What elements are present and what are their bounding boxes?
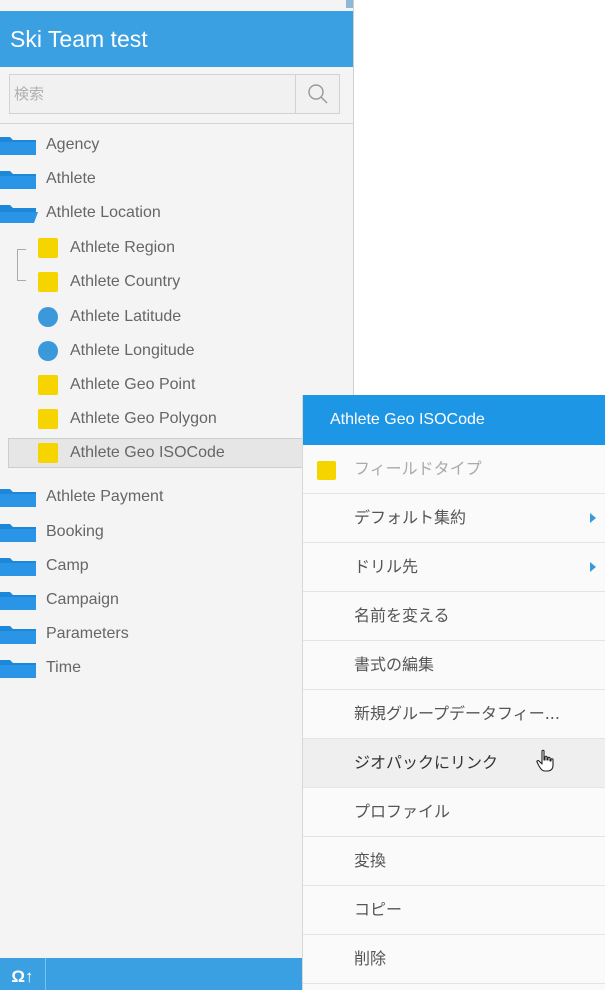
dimension-icon — [38, 409, 58, 429]
field-label: Athlete Region — [70, 239, 175, 256]
folder-icon — [0, 660, 36, 678]
dimension-icon — [38, 238, 58, 258]
scroll-thumb[interactable] — [346, 0, 353, 8]
menu-item-convert[interactable]: 変換 — [303, 837, 605, 886]
search-box — [9, 74, 340, 114]
folder-label: Camp — [46, 557, 89, 574]
folder-icon — [0, 171, 36, 189]
folder-label: Athlete Location — [46, 204, 161, 221]
menu-item-label: ドリル先 — [354, 557, 419, 576]
folder-label: Athlete — [46, 170, 96, 187]
folder-icon — [0, 137, 36, 155]
menu-item-label: デフォルト集約 — [354, 508, 467, 527]
field-label: Athlete Longitude — [70, 342, 195, 359]
folder-icon — [0, 558, 36, 576]
dimension-icon — [38, 375, 58, 395]
folder-icon — [0, 489, 36, 507]
hand-cursor-icon — [536, 749, 554, 772]
metric-icon — [38, 341, 58, 361]
menu-item-label: 変換 — [354, 851, 387, 870]
folder-icon — [0, 592, 36, 610]
dimension-icon — [38, 443, 58, 463]
folder-label: Campaign — [46, 591, 119, 608]
folder-label: Time — [46, 659, 81, 676]
field-label: Athlete Country — [70, 273, 181, 290]
menu-item-label: プロファイル — [354, 802, 451, 821]
menu-item-label: 名前を変える — [354, 606, 450, 625]
field-label: Athlete Geo ISOCode — [70, 444, 225, 461]
menu-item-rename[interactable]: 名前を変える — [303, 592, 605, 641]
menu-item-label: コピー — [354, 900, 403, 919]
submenu-arrow-icon — [590, 562, 596, 572]
folder-label: Agency — [46, 136, 100, 153]
dimension-icon — [317, 461, 336, 480]
folder-icon — [0, 626, 36, 644]
field-label: Athlete Latitude — [70, 308, 182, 325]
menu-item-label: フィールドタイプ — [354, 459, 482, 478]
menu-item-new-group-field[interactable]: 新規グループデータフィー... — [303, 690, 605, 739]
left-panel: Ski Team test Agency Athlete Athlete Loc… — [0, 0, 354, 990]
menu-item-field-type[interactable]: フィールドタイプ — [303, 445, 605, 494]
field-athlete-geo-isocode[interactable]: Athlete Geo ISOCode — [8, 438, 348, 468]
context-menu-title: Athlete Geo ISOCode — [303, 395, 605, 445]
menu-item-label: ジオパックにリンク — [354, 753, 499, 772]
search-input[interactable] — [10, 75, 296, 113]
menu-item-profile[interactable]: プロファイル — [303, 788, 605, 837]
menu-item-default-aggregation[interactable]: デフォルト集約 — [303, 494, 605, 543]
menu-item-copy[interactable]: コピー — [303, 886, 605, 935]
panel-footer: Ω↑ — [0, 958, 353, 990]
panel-title: Ski Team test — [0, 11, 353, 67]
context-menu: Athlete Geo ISOCode フィールドタイプ デフォルト集約 ドリル… — [302, 395, 605, 990]
dimension-icon — [38, 272, 58, 292]
group-bracket — [17, 249, 26, 281]
menu-item-label: 新規グループデータフィー... — [354, 704, 560, 723]
submenu-arrow-icon — [590, 513, 596, 523]
menu-item-link-geopack[interactable]: ジオパックにリンク — [303, 739, 605, 788]
field-label: Athlete Geo Point — [70, 376, 196, 393]
folder-label: Parameters — [46, 625, 129, 642]
folder-label: Athlete Payment — [46, 488, 164, 505]
field-label: Athlete Geo Polygon — [70, 410, 217, 427]
sort-icon[interactable]: Ω↑ — [0, 958, 46, 990]
menu-item-delete[interactable]: 削除 — [303, 935, 605, 984]
search-icon — [307, 84, 327, 104]
panel-divider — [0, 123, 353, 124]
folder-label: Booking — [46, 523, 104, 540]
menu-item-edit-format[interactable]: 書式の編集 — [303, 641, 605, 690]
search-button[interactable] — [295, 75, 339, 113]
metric-icon — [38, 307, 58, 327]
folder-icon — [0, 524, 36, 542]
menu-item-label: 削除 — [354, 949, 387, 968]
menu-item-drill-to[interactable]: ドリル先 — [303, 543, 605, 592]
menu-item-label: 書式の編集 — [354, 655, 435, 674]
folder-open-icon — [0, 205, 38, 223]
